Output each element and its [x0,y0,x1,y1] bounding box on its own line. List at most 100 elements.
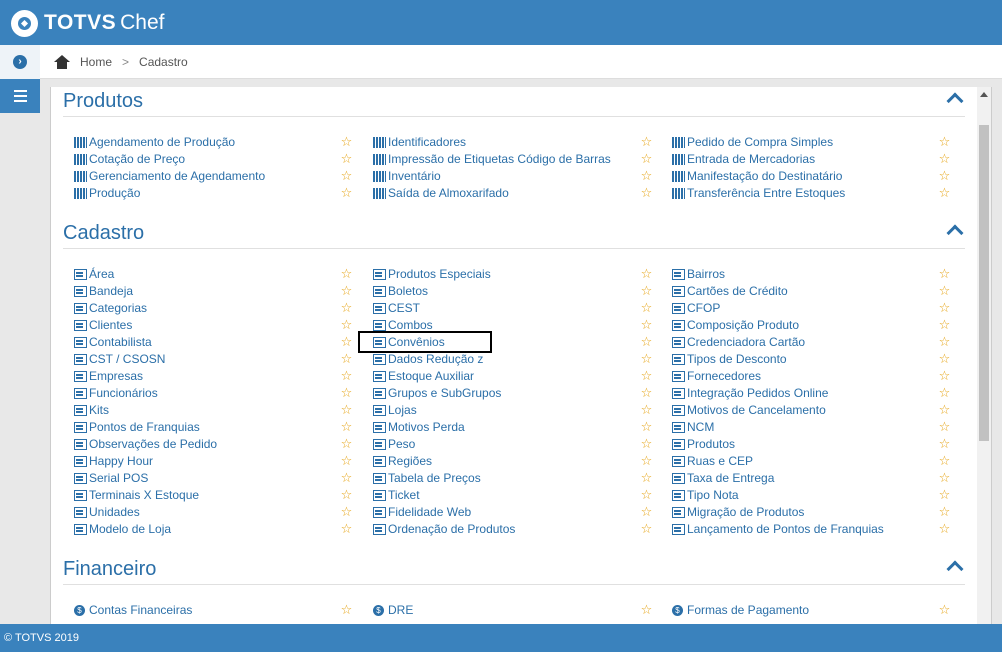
menu-item-link[interactable]: Modelo de Loja [74,521,171,537]
favorite-star-icon[interactable]: ☆ [340,318,353,331]
menu-item-link[interactable]: Contabilista [74,334,152,350]
favorite-star-icon[interactable]: ☆ [640,169,653,182]
favorite-star-icon[interactable]: ☆ [938,169,951,182]
totvs-chef-logo[interactable]: TOTVS Chef [11,9,164,37]
menu-item-link[interactable]: Lançamento de Pontos de Franquias [672,521,884,537]
sidebar-expand-button[interactable]: › [0,45,40,79]
menu-item-link[interactable]: NCM [672,419,714,435]
menu-item-link[interactable]: Tipos de Desconto [672,351,787,367]
favorite-star-icon[interactable]: ☆ [340,505,353,518]
favorite-star-icon[interactable]: ☆ [938,488,951,501]
menu-item-link[interactable]: CEST [373,300,420,316]
favorite-star-icon[interactable]: ☆ [640,603,653,616]
menu-item-link[interactable]: Pedido de Compra Simples [672,134,833,150]
favorite-star-icon[interactable]: ☆ [938,505,951,518]
menu-item-link[interactable]: Ordenação de Produtos [373,521,515,537]
favorite-star-icon[interactable]: ☆ [938,335,951,348]
chevron-up-icon[interactable] [946,92,964,110]
menu-item-link[interactable]: Produtos [672,436,735,452]
menu-item-link[interactable]: Ticket [373,487,420,503]
menu-item-link[interactable]: Gerenciamento de Agendamento [74,168,265,184]
menu-item-link[interactable]: Lojas [373,402,417,418]
home-icon[interactable] [54,54,70,69]
menu-item-link[interactable]: Motivos Perda [373,419,465,435]
menu-item-link[interactable]: Convênios [373,334,445,350]
menu-item-link[interactable]: Produtos Especiais [373,266,491,282]
favorite-star-icon[interactable]: ☆ [640,420,653,433]
menu-item-link[interactable]: Agendamento de Produção [74,134,235,150]
favorite-star-icon[interactable]: ☆ [340,386,353,399]
menu-item-link[interactable]: Fidelidade Web [373,504,471,520]
menu-item-link[interactable]: Bairros [672,266,725,282]
menu-item-link[interactable]: $ Formas de Pagamento [672,602,809,618]
chevron-up-icon[interactable] [946,224,964,242]
favorite-star-icon[interactable]: ☆ [640,152,653,165]
menu-item-link[interactable]: Dados Redução z [373,351,483,367]
menu-item-link[interactable]: Estoque Auxiliar [373,368,474,384]
favorite-star-icon[interactable]: ☆ [340,352,353,365]
menu-item-link[interactable]: Área [74,266,114,282]
favorite-star-icon[interactable]: ☆ [640,369,653,382]
menu-item-link[interactable]: Motivos de Cancelamento [672,402,826,418]
menu-item-link[interactable]: Produção [74,185,140,201]
menu-item-link[interactable]: Inventário [373,168,441,184]
menu-item-link[interactable]: Pontos de Franquias [74,419,200,435]
menu-item-link[interactable]: Combos [373,317,433,333]
favorite-star-icon[interactable]: ☆ [340,267,353,280]
favorite-star-icon[interactable]: ☆ [640,335,653,348]
menu-item-link[interactable]: Categorias [74,300,147,316]
menu-item-link[interactable]: Clientes [74,317,132,333]
menu-item-link[interactable]: Impressão de Etiquetas Código de Barras [373,151,611,167]
menu-item-link[interactable]: Integração Pedidos Online [672,385,828,401]
menu-item-link[interactable]: Manifestação do Destinatário [672,168,842,184]
menu-item-link[interactable]: Kits [74,402,109,418]
favorite-star-icon[interactable]: ☆ [938,186,951,199]
favorite-star-icon[interactable]: ☆ [938,471,951,484]
menu-item-link[interactable]: Migração de Produtos [672,504,804,520]
menu-item-link[interactable]: Credenciadora Cartão [672,334,805,350]
vertical-scrollbar[interactable] [977,87,991,624]
favorite-star-icon[interactable]: ☆ [938,318,951,331]
favorite-star-icon[interactable]: ☆ [340,335,353,348]
favorite-star-icon[interactable]: ☆ [340,603,353,616]
favorite-star-icon[interactable]: ☆ [340,169,353,182]
favorite-star-icon[interactable]: ☆ [640,437,653,450]
menu-item-link[interactable]: Regiões [373,453,432,469]
favorite-star-icon[interactable]: ☆ [340,471,353,484]
scrollbar-thumb[interactable] [979,125,989,441]
menu-item-link[interactable]: Funcionários [74,385,158,401]
favorite-star-icon[interactable]: ☆ [340,186,353,199]
favorite-star-icon[interactable]: ☆ [340,437,353,450]
chevron-up-icon[interactable] [946,560,964,578]
menu-item-link[interactable]: Composição Produto [672,317,799,333]
favorite-star-icon[interactable]: ☆ [640,284,653,297]
favorite-star-icon[interactable]: ☆ [340,135,353,148]
menu-item-link[interactable]: Bandeja [74,283,133,299]
menu-item-link[interactable]: Terminais X Estoque [74,487,199,503]
favorite-star-icon[interactable]: ☆ [938,386,951,399]
favorite-star-icon[interactable]: ☆ [340,488,353,501]
menu-item-link[interactable]: Taxa de Entrega [672,470,774,486]
favorite-star-icon[interactable]: ☆ [640,186,653,199]
favorite-star-icon[interactable]: ☆ [340,301,353,314]
menu-item-link[interactable]: Entrada de Mercadorias [672,151,815,167]
favorite-star-icon[interactable]: ☆ [938,352,951,365]
menu-item-link[interactable]: Empresas [74,368,143,384]
favorite-star-icon[interactable]: ☆ [938,454,951,467]
favorite-star-icon[interactable]: ☆ [640,454,653,467]
favorite-star-icon[interactable]: ☆ [938,420,951,433]
favorite-star-icon[interactable]: ☆ [938,522,951,535]
menu-item-link[interactable]: Cartões de Crédito [672,283,788,299]
favorite-star-icon[interactable]: ☆ [640,471,653,484]
favorite-star-icon[interactable]: ☆ [640,267,653,280]
favorite-star-icon[interactable]: ☆ [340,369,353,382]
menu-item-link[interactable]: Observações de Pedido [74,436,217,452]
menu-item-link[interactable]: Happy Hour [74,453,153,469]
menu-item-link[interactable]: Grupos e SubGrupos [373,385,501,401]
menu-item-link[interactable]: Saída de Almoxarifado [373,185,509,201]
menu-item-link[interactable]: Peso [373,436,415,452]
menu-item-link[interactable]: Serial POS [74,470,148,486]
favorite-star-icon[interactable]: ☆ [640,386,653,399]
hamburger-menu-button[interactable] [0,79,40,113]
favorite-star-icon[interactable]: ☆ [938,135,951,148]
